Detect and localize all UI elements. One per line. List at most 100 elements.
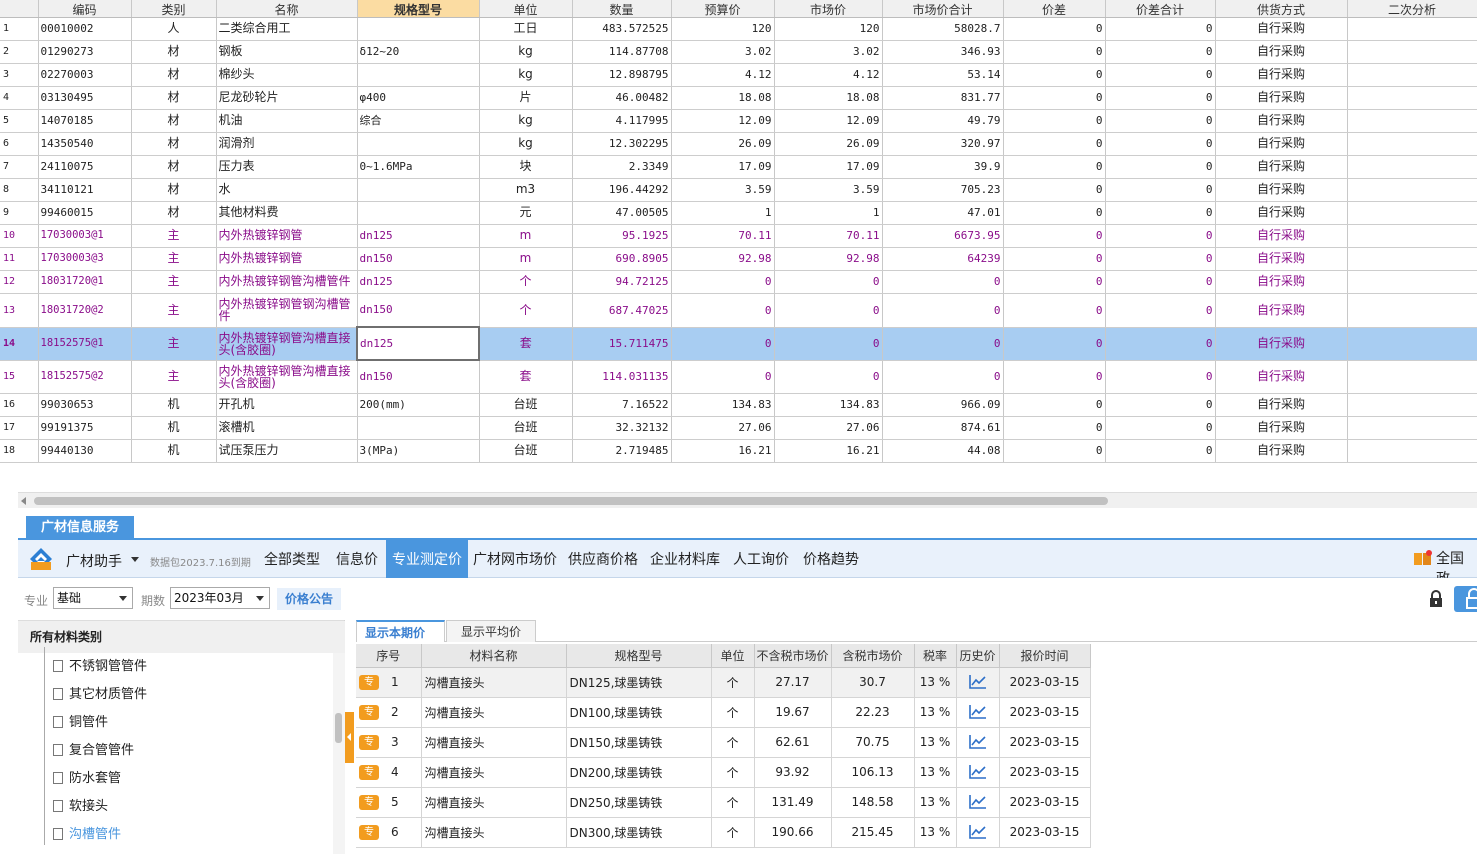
price-row[interactable]: 专 3 沟槽直接头 DN150,球墨铸铁个 62.61 70.75 13 % 2023-03-… (356, 727, 1091, 758)
spec-cell[interactable]: dn125 (356, 326, 480, 361)
spec-cell[interactable]: 200(mm) (357, 393, 480, 417)
price-column-header[interactable]: 含税市场价 (831, 644, 915, 668)
spec-cell[interactable] (357, 17, 480, 41)
nav-all-types[interactable]: 全部类型 (259, 540, 325, 578)
code-cell[interactable]: 18031720@2 (38, 293, 132, 328)
unit-cell[interactable]: 套 (479, 327, 573, 361)
secondary-analysis-cell[interactable] (1347, 132, 1477, 156)
price-diff-total-cell[interactable]: 0 (1105, 270, 1216, 294)
category-item[interactable]: 铜管件 (44, 703, 108, 733)
unit-cell[interactable]: m (479, 224, 573, 248)
budget-price-cell[interactable]: 18.08 (671, 86, 775, 110)
name-cell[interactable]: 内外热镀锌钢管 (216, 224, 358, 248)
price-diff-cell[interactable]: 0 (1003, 40, 1106, 64)
market-price-cell[interactable]: 120 (774, 17, 883, 41)
history-price-cell[interactable] (956, 727, 1000, 758)
panel-collapse-handle[interactable] (345, 712, 354, 763)
table-row[interactable]: 7 24110075 材压力表 0~1.6MPa 块 2.3349 17.09 17.09 39… (0, 155, 1477, 179)
secondary-analysis-cell[interactable] (1347, 327, 1477, 361)
history-price-cell[interactable] (956, 787, 1000, 818)
budget-price-cell[interactable]: 3.59 (671, 178, 775, 202)
row-number[interactable]: 4 (0, 86, 39, 110)
category-scrollbar-thumb[interactable] (335, 713, 342, 743)
table-row[interactable]: 5 14070185 材机油 综合 kg 4.117995 12.09 12.09 49.79 0… (0, 109, 1477, 133)
price-diff-cell[interactable]: 0 (1003, 360, 1106, 394)
history-price-cell[interactable] (956, 757, 1000, 788)
trend-chart-icon[interactable] (968, 795, 987, 810)
nav-price-trend[interactable]: 价格趋势 (798, 540, 864, 578)
table-row[interactable]: 13 18031720@2 主内外热镀锌钢管钢沟槽管件 dn150 个 687.47025… (0, 293, 1477, 328)
market-price-cell[interactable]: 12.09 (774, 109, 883, 133)
price-notice-button[interactable]: 价格公告 (277, 588, 341, 610)
price-diff-cell[interactable]: 0 (1003, 393, 1106, 417)
price-diff-cell[interactable]: 0 (1003, 109, 1106, 133)
category-cell[interactable]: 主 (131, 293, 217, 328)
unit-cell[interactable]: kg (479, 109, 573, 133)
price-diff-total-cell[interactable]: 0 (1105, 224, 1216, 248)
supply-mode-cell[interactable]: 自行采购 (1215, 393, 1348, 417)
budget-price-cell[interactable]: 0 (671, 327, 775, 361)
category-item[interactable]: 软接头 (44, 787, 108, 817)
price-column-header[interactable]: 不含税市场价 (754, 644, 832, 668)
secondary-analysis-cell[interactable] (1347, 270, 1477, 294)
spec-cell[interactable] (357, 63, 480, 87)
category-cell[interactable]: 机 (131, 439, 217, 463)
secondary-analysis-cell[interactable] (1347, 201, 1477, 225)
category-scrollbar[interactable] (333, 653, 345, 854)
quantity-cell[interactable]: 2.3349 (572, 155, 672, 179)
price-diff-total-cell[interactable]: 0 (1105, 155, 1216, 179)
name-cell[interactable]: 二类综合用工 (216, 17, 358, 41)
column-header[interactable]: 供货方式 (1215, 0, 1348, 18)
column-header[interactable]: 类别 (131, 0, 217, 18)
price-diff-cell[interactable]: 0 (1003, 224, 1106, 248)
market-price-cell[interactable]: 0 (774, 327, 883, 361)
code-cell[interactable]: 99440130 (38, 439, 132, 463)
budget-price-cell[interactable]: 12.09 (671, 109, 775, 133)
quantity-cell[interactable]: 690.8905 (572, 247, 672, 271)
table-row[interactable]: 9 99460015 材其他材料费元 47.00505 1 1 47.01 0 0 自行采购 (0, 201, 1477, 225)
trend-chart-icon[interactable] (968, 705, 987, 720)
unit-cell[interactable]: 台班 (479, 416, 573, 440)
market-total-cell[interactable]: 0 (882, 293, 1004, 328)
table-row[interactable]: 2 01290273 材钢板 δ12~20 kg 114.87708 3.02 3.02 346… (0, 40, 1477, 64)
price-column-header[interactable]: 历史价 (956, 644, 1000, 668)
quantity-cell[interactable]: 15.711475 (572, 327, 672, 361)
name-cell[interactable]: 尼龙砂轮片 (216, 86, 358, 110)
price-diff-total-cell[interactable]: 0 (1105, 247, 1216, 271)
budget-price-cell[interactable]: 17.09 (671, 155, 775, 179)
quantity-cell[interactable]: 12.898795 (572, 63, 672, 87)
quantity-cell[interactable]: 114.87708 (572, 40, 672, 64)
market-total-cell[interactable]: 346.93 (882, 40, 1004, 64)
brand-name[interactable]: 广材助手 (66, 551, 122, 571)
table-row[interactable]: 16 99030653 机开孔机 200(mm) 台班 7.16522 134.83 134.… (0, 393, 1477, 417)
row-number[interactable]: 15 (0, 360, 39, 394)
category-cell[interactable]: 材 (131, 86, 217, 110)
code-cell[interactable]: 14070185 (38, 109, 132, 133)
nav-labor-inquiry[interactable]: 人工询价 (728, 540, 794, 578)
unit-cell[interactable]: kg (479, 132, 573, 156)
price-column-header[interactable]: 报价时间 (999, 644, 1091, 668)
price-diff-cell[interactable]: 0 (1003, 270, 1106, 294)
price-column-header[interactable]: 序号 (356, 644, 422, 668)
unit-cell[interactable]: 块 (479, 155, 573, 179)
table-row[interactable]: 1 00010002 人二类综合用工 工日 483.572525 120 120 58028.… (0, 17, 1477, 41)
quantity-cell[interactable]: 687.47025 (572, 293, 672, 328)
market-total-cell[interactable]: 39.9 (882, 155, 1004, 179)
code-cell[interactable]: 02270003 (38, 63, 132, 87)
market-total-cell[interactable]: 966.09 (882, 393, 1004, 417)
quantity-cell[interactable]: 47.00505 (572, 201, 672, 225)
scrollbar-thumb[interactable] (34, 497, 1108, 505)
price-diff-total-cell[interactable]: 0 (1105, 17, 1216, 41)
code-cell[interactable]: 99460015 (38, 201, 132, 225)
quantity-cell[interactable]: 2.719485 (572, 439, 672, 463)
supply-mode-cell[interactable]: 自行采购 (1215, 86, 1348, 110)
row-number[interactable]: 13 (0, 293, 39, 328)
quantity-cell[interactable]: 196.44292 (572, 178, 672, 202)
name-cell[interactable]: 压力表 (216, 155, 358, 179)
row-number[interactable]: 6 (0, 132, 39, 156)
row-number[interactable]: 1 (0, 17, 39, 41)
row-number[interactable]: 11 (0, 247, 39, 271)
secondary-analysis-cell[interactable] (1347, 293, 1477, 328)
unit-cell[interactable]: kg (479, 63, 573, 87)
supply-mode-cell[interactable]: 自行采购 (1215, 293, 1348, 328)
